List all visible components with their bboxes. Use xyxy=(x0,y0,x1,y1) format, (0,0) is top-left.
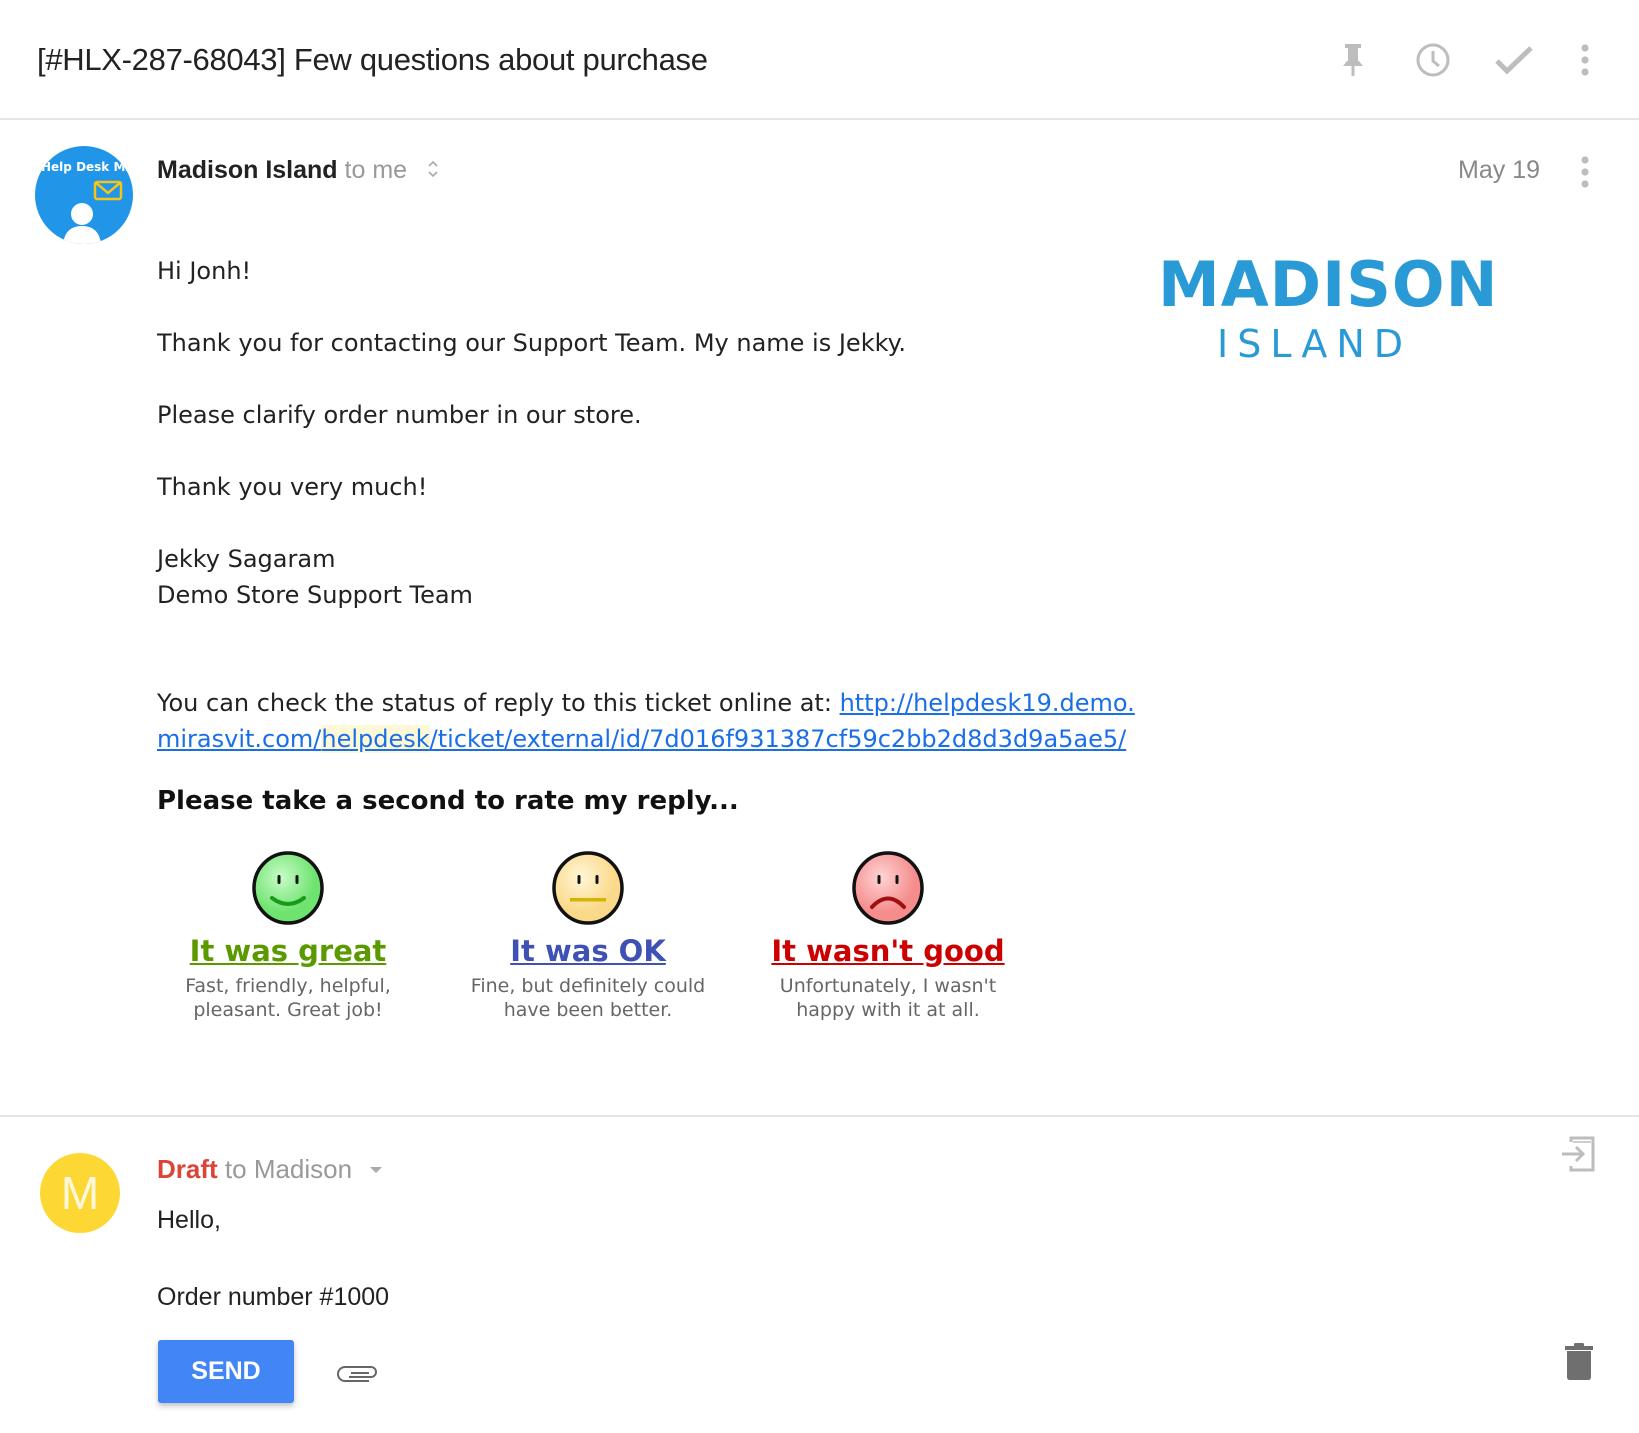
rating-heading: Please take a second to rate my reply... xyxy=(157,786,739,816)
message-more-button[interactable] xyxy=(1570,152,1600,192)
signature-name: Jekky Sagaram xyxy=(157,545,336,573)
draft-line-order[interactable]: Order number #1000 xyxy=(157,1283,389,1312)
more-vert-icon xyxy=(1581,156,1589,188)
madison-logo-title: MADISON xyxy=(1158,248,1499,321)
thread-more-button[interactable] xyxy=(1565,40,1605,80)
signature-team: Demo Store Support Team xyxy=(157,581,473,609)
body-line-intro: Thank you for contacting our Support Tea… xyxy=(157,329,907,357)
draft-recipient: to Madison xyxy=(224,1154,353,1184)
check-icon xyxy=(1495,46,1533,75)
clock-icon xyxy=(1416,43,1450,77)
recipient-label: to me xyxy=(344,156,408,184)
happy-face-icon xyxy=(252,851,324,925)
details-toggle-icon[interactable] xyxy=(426,158,440,180)
paperclip-icon xyxy=(337,1366,377,1382)
sad-face-icon xyxy=(852,851,924,925)
message-date: May 19 xyxy=(1458,156,1540,184)
draft-status: Draft xyxy=(157,1154,218,1184)
rating-ok-desc: Fine, but definitely could have been bet… xyxy=(448,974,728,1022)
rating-great-desc: Fast, friendly, helpful, pleasant. Great… xyxy=(148,974,428,1022)
rating-bad-desc-line2: happy with it at all. xyxy=(796,999,980,1021)
rating-option-bad[interactable]: It wasn't good Unfortunately, I wasn't h… xyxy=(748,850,1028,1022)
pop-out-button[interactable] xyxy=(1557,1132,1601,1176)
draft-divider xyxy=(0,1115,1639,1117)
avatar-label: Help Desk MX xyxy=(41,160,133,174)
rating-option-ok[interactable]: It was OK Fine, but definitely could hav… xyxy=(448,850,728,1022)
rating-bad-link[interactable]: It wasn't good xyxy=(771,934,1004,968)
ticket-link-part2b[interactable]: helpdesk xyxy=(321,725,430,753)
rating-great-desc-line2: pleasant. Great job! xyxy=(193,999,383,1021)
thread-subject: [#HLX-287-68043] Few questions about pur… xyxy=(37,42,708,77)
body-line-request: Please clarify order number in our store… xyxy=(157,401,642,429)
ticket-link-part2a[interactable]: mirasvit.com/ xyxy=(157,725,321,753)
rating-great-desc-line1: Fast, friendly, helpful, xyxy=(185,975,391,997)
draft-line-greeting[interactable]: Hello, xyxy=(157,1206,221,1235)
attach-button[interactable] xyxy=(334,1354,382,1390)
rating-great-link[interactable]: It was great xyxy=(190,934,387,968)
pin-icon xyxy=(1343,44,1363,76)
neutral-face-icon xyxy=(552,851,624,925)
draft-avatar: M xyxy=(40,1153,120,1233)
trash-icon xyxy=(1565,1343,1593,1380)
more-vert-icon xyxy=(1581,44,1589,76)
ticket-link-line2: mirasvit.com/helpdesk/ticket/external/id… xyxy=(157,725,1126,753)
rating-option-great[interactable]: It was great Fast, friendly, helpful, pl… xyxy=(148,850,428,1022)
sender-name[interactable]: Madison Island xyxy=(157,156,338,184)
draft-header[interactable]: Draft to Madison xyxy=(157,1154,383,1185)
rating-bad-desc: Unfortunately, I wasn't happy with it at… xyxy=(748,974,1028,1022)
rating-ok-link[interactable]: It was OK xyxy=(510,934,666,968)
snooze-button[interactable] xyxy=(1413,40,1453,80)
status-line: You can check the status of reply to thi… xyxy=(157,689,1135,717)
rating-ok-desc-line1: Fine, but definitely could xyxy=(470,975,706,997)
discard-draft-button[interactable] xyxy=(1557,1340,1601,1384)
rating-ok-desc-line2: have been better. xyxy=(503,999,673,1021)
ticket-link-part1[interactable]: http://helpdesk19.demo. xyxy=(840,689,1135,717)
mark-done-button[interactable] xyxy=(1494,40,1534,80)
caret-down-icon[interactable] xyxy=(369,1165,383,1175)
send-button[interactable]: SEND xyxy=(158,1340,294,1403)
sender-line: Madison Island to me xyxy=(157,156,440,185)
header-divider xyxy=(0,118,1639,120)
ticket-link-part2c[interactable]: /ticket/external/id/7d016f931387cf59c2bb… xyxy=(430,725,1127,753)
pin-button[interactable] xyxy=(1333,40,1373,80)
rating-bad-desc-line1: Unfortunately, I wasn't xyxy=(779,975,997,997)
body-line-thanks: Thank you very much! xyxy=(157,473,428,501)
body-greeting: Hi Jonh! xyxy=(157,257,252,285)
madison-logo-subtitle: ISLAND xyxy=(1217,322,1413,366)
status-text: You can check the status of reply to thi… xyxy=(157,689,840,717)
sender-avatar[interactable]: Help Desk MX xyxy=(35,146,133,244)
pop-out-icon xyxy=(1562,1136,1595,1172)
